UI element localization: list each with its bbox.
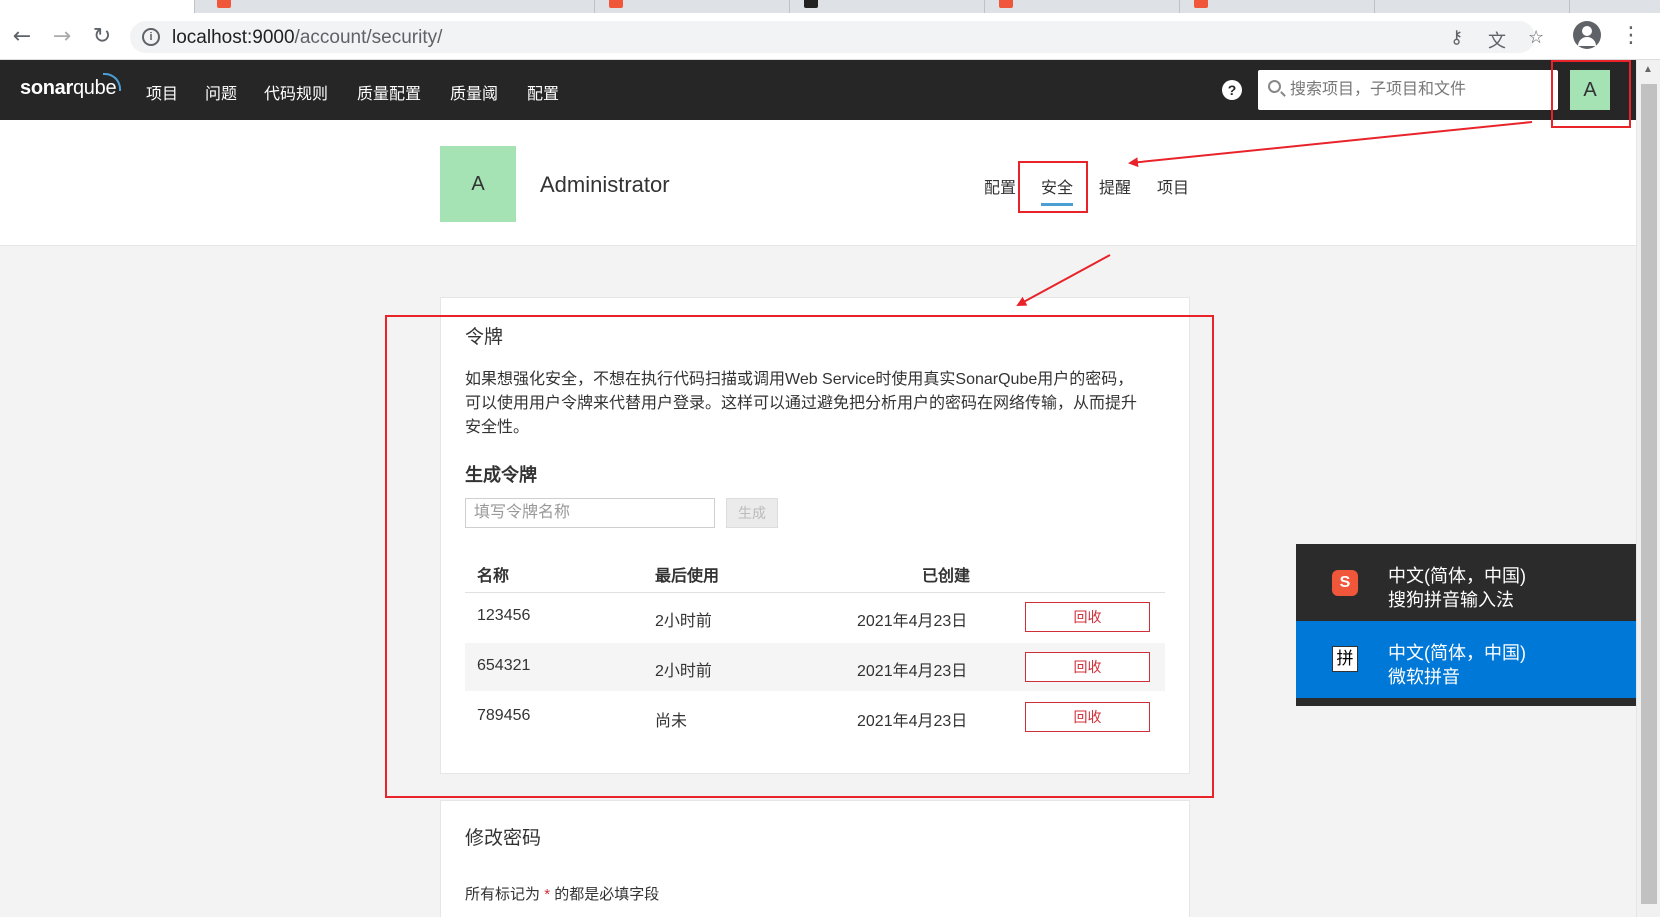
nav-rules[interactable]: 代码规则 <box>264 80 328 104</box>
search-input[interactable] <box>1290 78 1550 102</box>
reload-icon[interactable]: ↻ <box>88 23 116 51</box>
sogou-icon: S <box>1332 570 1358 596</box>
ime-switcher-popup: S 中文(简体，中国) 搜狗拼音输入法 拼 中文(简体，中国) 微软拼音 <box>1296 544 1636 706</box>
browser-tab[interactable] <box>1375 0 1570 13</box>
tab-favicon <box>804 0 818 8</box>
required-fields-note: 所有标记为 * 的都是必填字段 <box>465 883 659 904</box>
translate-icon[interactable]: 文 <box>1488 27 1506 53</box>
tab-projects[interactable]: 项目 <box>1157 174 1189 198</box>
ime-name: 微软拼音 <box>1388 667 1460 687</box>
nav-projects[interactable]: 项目 <box>146 80 178 104</box>
note-text-after: 的都是必填字段 <box>554 886 660 903</box>
page-viewport: sonarqube 项目 问题 代码规则 质量配置 质量阈 配置 ? A A A… <box>0 60 1636 917</box>
annotation-box-tokens <box>385 315 1214 798</box>
logo-sonar: sonar <box>20 77 73 99</box>
scroll-up-icon[interactable]: ▲ <box>1643 64 1653 75</box>
url-host: localhost:9000 <box>172 27 295 48</box>
account-avatar: A <box>440 146 516 222</box>
nav-quality-profiles[interactable]: 质量配置 <box>357 80 421 104</box>
browser-toolbar: ← → ↻ i localhost:9000/account/security/… <box>0 13 1660 60</box>
tab-notifications[interactable]: 提醒 <box>1099 174 1131 198</box>
forward-arrow-icon[interactable]: → <box>48 23 76 51</box>
address-bar[interactable]: i localhost:9000/account/security/ ⚷ 文 ☆ <box>130 21 1544 53</box>
browser-menu-icon[interactable]: ⋮ <box>1620 23 1642 48</box>
browser-tab[interactable] <box>595 0 790 13</box>
global-search[interactable] <box>1258 70 1558 110</box>
tab-favicon <box>609 0 623 8</box>
logo-wave-icon <box>103 73 121 91</box>
browser-tab[interactable] <box>985 0 1180 13</box>
annotation-box-avatar <box>1551 60 1631 128</box>
key-icon[interactable]: ⚷ <box>1450 27 1463 48</box>
tab-favicon <box>217 0 231 8</box>
ime-language: 中文(简体，中国) <box>1388 566 1526 586</box>
search-icon <box>1268 80 1281 93</box>
tab-profile[interactable]: 配置 <box>984 174 1016 198</box>
note-text-before: 所有标记为 <box>465 886 541 903</box>
pinyin-icon: 拼 <box>1332 646 1358 672</box>
page-scrollbar[interactable]: ▲ <box>1636 60 1660 917</box>
ime-option-microsoft-pinyin[interactable]: 拼 中文(简体，中国) 微软拼音 <box>1296 621 1636 698</box>
site-info-icon[interactable]: i <box>142 28 160 46</box>
nav-administration[interactable]: 配置 <box>527 80 559 104</box>
scrollbar-thumb[interactable] <box>1641 84 1657 904</box>
browser-tab[interactable] <box>1180 0 1375 13</box>
sonarqube-navbar: sonarqube 项目 问题 代码规则 质量配置 质量阈 配置 ? A <box>0 60 1636 120</box>
url-text[interactable]: localhost:9000/account/security/ <box>172 27 442 49</box>
star-icon[interactable]: ☆ <box>1528 27 1544 48</box>
browser-profile-icon[interactable] <box>1573 21 1601 49</box>
required-star: * <box>544 886 551 903</box>
url-path: /account/security/ <box>294 27 443 48</box>
account-name: Administrator <box>540 172 670 197</box>
annotation-box-security-tab <box>1018 161 1088 213</box>
browser-tab-active[interactable] <box>0 0 195 13</box>
ime-language: 中文(简体，中国) <box>1388 643 1526 663</box>
change-password-title: 修改密码 <box>465 828 542 849</box>
back-arrow-icon[interactable]: ← <box>8 23 36 51</box>
browser-tab[interactable] <box>790 0 985 13</box>
ime-option-sogou[interactable]: S 中文(简体，中国) 搜狗拼音输入法 <box>1296 544 1636 621</box>
sonarqube-logo[interactable]: sonarqube <box>20 77 117 100</box>
browser-tab[interactable] <box>195 0 595 13</box>
account-header: A Administrator 配置 安全 提醒 项目 <box>0 120 1636 246</box>
tab-favicon <box>1194 0 1208 8</box>
change-password-card: 修改密码 所有标记为 * 的都是必填字段 <box>440 800 1190 917</box>
help-icon[interactable]: ? <box>1222 80 1242 100</box>
nav-issues[interactable]: 问题 <box>205 80 237 104</box>
ime-name: 搜狗拼音输入法 <box>1388 590 1514 610</box>
browser-tab-strip <box>0 0 1660 13</box>
tab-favicon <box>999 0 1013 8</box>
nav-quality-gates[interactable]: 质量阈 <box>450 80 498 104</box>
